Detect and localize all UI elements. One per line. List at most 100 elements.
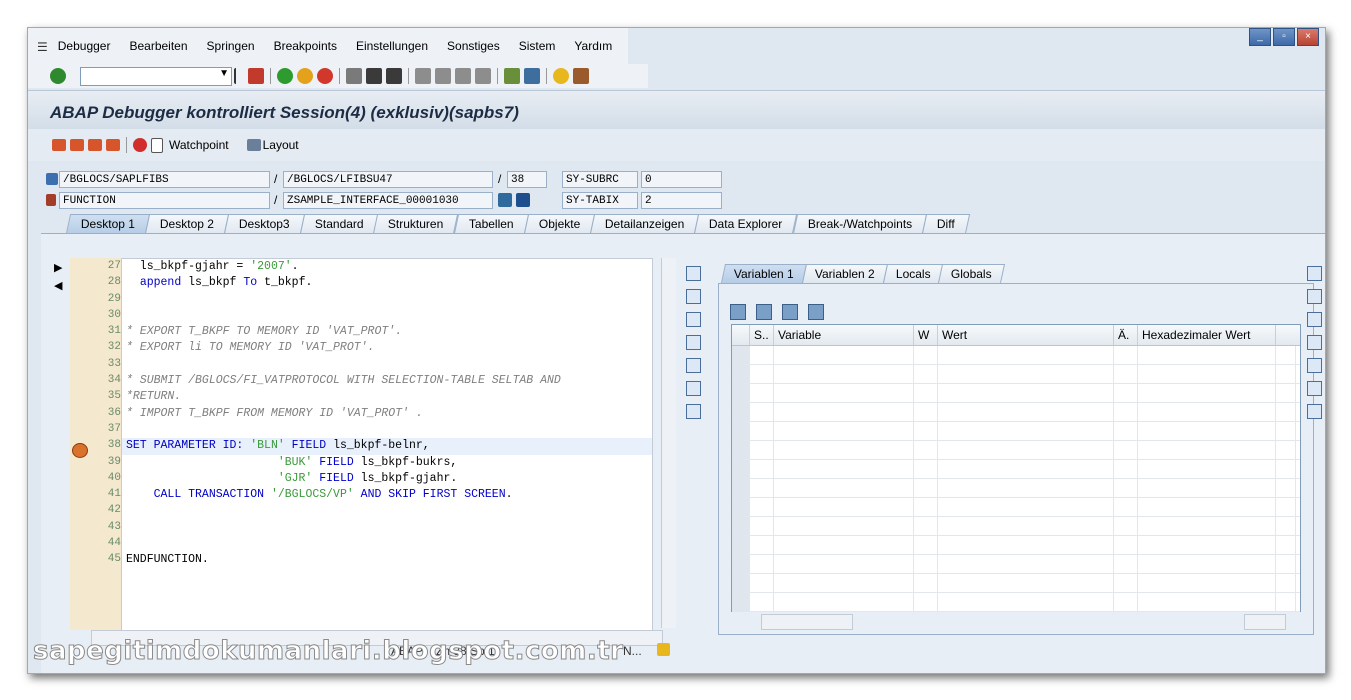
table-cell[interactable] xyxy=(774,555,914,573)
table-cell[interactable] xyxy=(1138,441,1276,459)
table-cell[interactable] xyxy=(750,574,774,592)
table-cell[interactable] xyxy=(914,346,938,364)
table-row[interactable] xyxy=(732,555,1300,574)
table-cell[interactable] xyxy=(914,574,938,592)
table-cell[interactable] xyxy=(1276,346,1296,364)
variables-grid[interactable]: S.. Variable W Wert Ä. Hexadezimaler Wer… xyxy=(731,324,1301,612)
tab-break-watchpoints[interactable]: Break-/Watchpoints xyxy=(792,214,928,234)
table-cell[interactable] xyxy=(1276,517,1296,535)
table-cell[interactable] xyxy=(1276,365,1296,383)
maximize-tool-icon[interactable] xyxy=(1307,335,1322,350)
table-cell[interactable] xyxy=(750,441,774,459)
tab-desktop-3[interactable]: Desktop3 xyxy=(223,214,305,234)
print-icon[interactable] xyxy=(346,68,362,84)
row-selector[interactable] xyxy=(732,593,750,611)
table-row[interactable] xyxy=(732,346,1300,365)
table-row[interactable] xyxy=(732,384,1300,403)
new-tool-icon[interactable] xyxy=(686,289,701,304)
status-icon[interactable] xyxy=(657,643,670,656)
close-tool-icon[interactable] xyxy=(686,266,701,281)
grid-horizontal-scrollbar[interactable] xyxy=(761,614,853,630)
table-cell[interactable] xyxy=(750,384,774,402)
table-cell[interactable] xyxy=(750,403,774,421)
tab-strukturen[interactable]: Strukturen xyxy=(373,214,459,234)
expand-arrow-icon[interactable]: ▶ xyxy=(54,261,62,274)
table-cell[interactable] xyxy=(914,441,938,459)
row-selector[interactable] xyxy=(732,460,750,478)
table-row[interactable] xyxy=(732,441,1300,460)
last-page-icon[interactable] xyxy=(475,68,491,84)
table-cell[interactable] xyxy=(1138,422,1276,440)
tab-detailanzeigen[interactable]: Detailanzeigen xyxy=(589,214,700,234)
next-page-icon[interactable] xyxy=(455,68,471,84)
table-cell[interactable] xyxy=(774,460,914,478)
table-cell[interactable] xyxy=(774,346,914,364)
new-tool-icon[interactable] xyxy=(1307,289,1322,304)
table-cell[interactable] xyxy=(750,593,774,611)
exit-icon[interactable] xyxy=(297,68,313,84)
enter-icon[interactable] xyxy=(50,68,66,84)
return-icon[interactable] xyxy=(88,139,102,151)
tab-variablen-1[interactable]: Variablen 1 xyxy=(720,264,807,283)
single-step-icon[interactable] xyxy=(52,139,66,151)
table-cell[interactable] xyxy=(774,403,914,421)
table-cell[interactable] xyxy=(1276,555,1296,573)
table-cell[interactable] xyxy=(1276,574,1296,592)
watchpoint-button[interactable]: Watchpoint xyxy=(169,138,229,152)
table-cell[interactable] xyxy=(1138,479,1276,497)
table-cell[interactable] xyxy=(1276,422,1296,440)
row-selector[interactable] xyxy=(732,346,750,364)
table-cell[interactable] xyxy=(1276,441,1296,459)
maximize-button[interactable]: ▫ xyxy=(1273,28,1295,46)
table-cell[interactable] xyxy=(938,517,1114,535)
tab-tabellen[interactable]: Tabellen xyxy=(453,214,529,234)
table-row[interactable] xyxy=(732,574,1300,593)
table-cell[interactable] xyxy=(914,384,938,402)
tab-data-explorer[interactable]: Data Explorer xyxy=(694,214,798,234)
row-selector[interactable] xyxy=(732,365,750,383)
back-arrow-icon[interactable] xyxy=(234,68,244,84)
table-cell[interactable] xyxy=(774,574,914,592)
table-cell[interactable] xyxy=(774,422,914,440)
table-row[interactable] xyxy=(732,536,1300,555)
back-icon[interactable] xyxy=(277,68,293,84)
table-cell[interactable] xyxy=(914,403,938,421)
continue-icon[interactable] xyxy=(106,139,120,151)
table-cell[interactable] xyxy=(1138,403,1276,421)
table-cell[interactable] xyxy=(1114,498,1138,516)
close-tool-icon[interactable] xyxy=(1307,266,1322,281)
table-cell[interactable] xyxy=(914,479,938,497)
tab-desktop-2[interactable]: Desktop 2 xyxy=(144,214,230,234)
table-cell[interactable] xyxy=(1114,460,1138,478)
table-cell[interactable] xyxy=(938,593,1114,611)
table-cell[interactable] xyxy=(938,498,1114,516)
column-s[interactable]: S.. xyxy=(750,325,774,345)
menu-springen[interactable]: Springen xyxy=(207,39,255,53)
table-cell[interactable] xyxy=(750,346,774,364)
stop-breakpoint-icon[interactable] xyxy=(133,138,147,152)
row-selector[interactable] xyxy=(732,441,750,459)
swap-tool-icon[interactable] xyxy=(1307,358,1322,373)
save-icon[interactable] xyxy=(248,68,264,84)
layout-button[interactable]: Layout xyxy=(263,138,299,152)
table-cell[interactable] xyxy=(938,346,1114,364)
table-cell[interactable] xyxy=(1276,460,1296,478)
table-cell[interactable] xyxy=(938,441,1114,459)
table-cell[interactable] xyxy=(914,555,938,573)
table-cell[interactable] xyxy=(1138,574,1276,592)
table-cell[interactable] xyxy=(774,517,914,535)
table-row[interactable] xyxy=(732,460,1300,479)
replace-tool-icon[interactable] xyxy=(1307,312,1322,327)
table-cell[interactable] xyxy=(1114,517,1138,535)
maximize-tool-icon[interactable] xyxy=(686,335,701,350)
column-w[interactable]: W xyxy=(914,325,938,345)
table-cell[interactable] xyxy=(1138,498,1276,516)
table-row[interactable] xyxy=(732,422,1300,441)
table-cell[interactable] xyxy=(1276,384,1296,402)
table-cell[interactable] xyxy=(1114,555,1138,573)
first-page-icon[interactable] xyxy=(415,68,431,84)
table-cell[interactable] xyxy=(774,441,914,459)
tab-globals[interactable]: Globals xyxy=(938,264,1006,283)
row-selector[interactable] xyxy=(732,555,750,573)
table-cell[interactable] xyxy=(914,422,938,440)
